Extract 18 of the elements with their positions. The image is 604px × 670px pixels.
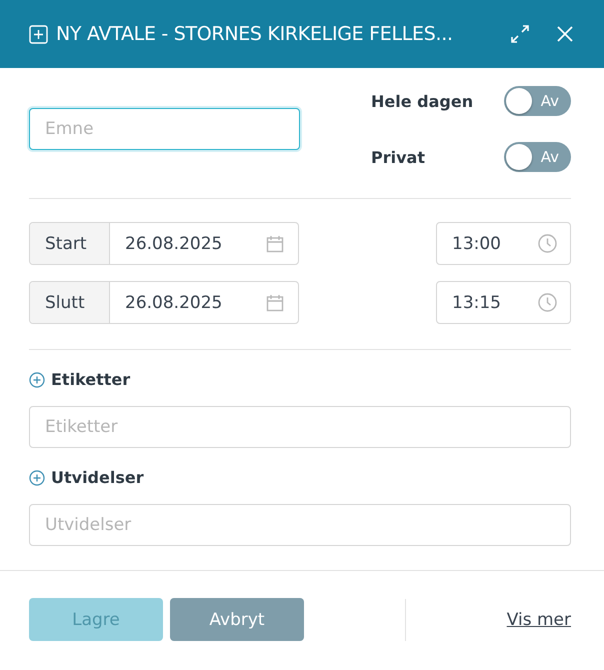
time-field[interactable]: 13:15 [436,281,571,324]
section-label: Utvidelser [51,468,144,487]
toggle-label: Hele dagen [371,92,474,110]
close-button[interactable] [556,25,574,43]
show-more-link[interactable]: Vis mer [506,610,571,630]
expand-button[interactable] [510,24,530,44]
subject-field[interactable]: Emne [29,108,300,150]
window-title: NY AVTALE - STORNES KIRKELIGE FELLES... [56,23,454,45]
tags-field[interactable]: Utvidelser [29,504,571,546]
clock-icon[interactable] [538,234,557,253]
clock-icon[interactable] [538,293,557,312]
plus-circle-icon[interactable] [29,470,45,486]
plus-square-icon [29,24,48,44]
time-field[interactable]: 13:00 [436,222,571,265]
section-label: Etiketter [51,370,130,389]
plus-circle-icon[interactable] [29,372,45,388]
tags-field[interactable]: Etiketter [29,406,571,448]
toggle-label: Privat [371,148,425,166]
